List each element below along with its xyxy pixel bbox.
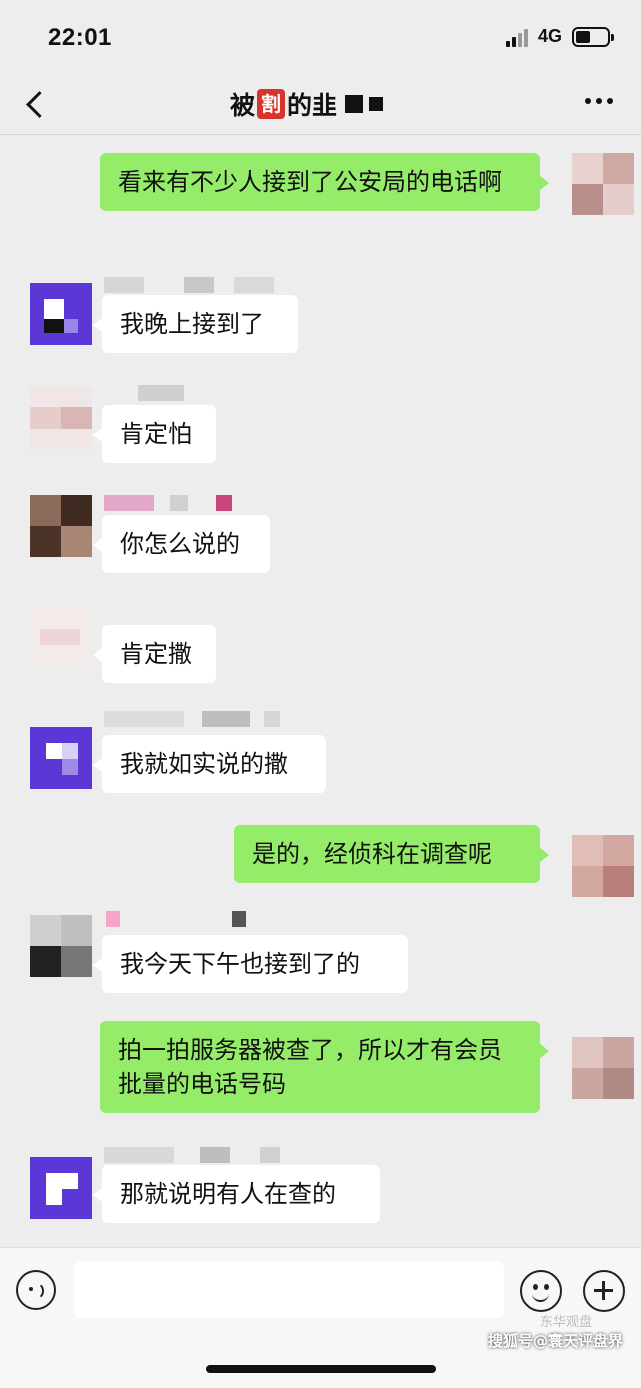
sender-name-blurred [138,385,198,401]
signal-icon [506,29,532,47]
more-dots-icon[interactable] [585,98,613,104]
sender-name-blurred [106,911,256,927]
home-indicator[interactable] [206,1365,436,1373]
watermark-faint: 东华观盘 [540,1315,593,1330]
message-bubble-incoming[interactable]: 我就如实说的撒 [93,735,326,793]
sender-name-blurred [104,1147,304,1163]
message-bubble-incoming[interactable]: 我今天下午也接到了的 [93,935,408,993]
status-bar: 22:01 4G [0,0,641,76]
avatar[interactable] [572,835,634,897]
avatar[interactable] [30,387,92,449]
title-censor-block [369,97,384,111]
avatar[interactable] [30,605,92,667]
sender-name-blurred [104,277,284,293]
title-seal: 割 [257,89,286,119]
avatar[interactable] [572,153,634,215]
message-bubble-outgoing[interactable]: 看来有不少人接到了公安局的电话啊 [100,153,549,211]
back-arrow-icon[interactable] [18,82,58,126]
chat-title: 被 割 的韭 [230,86,384,122]
message-bubble-outgoing[interactable]: 是的，经侦科在调查呢 [234,825,549,883]
message-bubble-incoming[interactable]: 那就说明有人在查的 [93,1165,380,1223]
emoji-icon[interactable] [520,1270,562,1312]
battery-level [576,31,590,43]
message-bubble-incoming[interactable]: 我晚上接到了 [93,295,298,353]
message-bubble-incoming[interactable]: 肯定撒 [93,625,216,683]
message-bubble-incoming[interactable]: 你怎么说的 [93,515,270,573]
title-censor-block [345,95,364,113]
title-prefix: 被 [230,91,256,120]
sender-name-blurred [104,711,284,727]
message-bubble-incoming[interactable]: 肯定怕 [93,405,216,463]
voice-icon[interactable] [16,1270,56,1310]
avatar[interactable] [30,727,92,789]
avatar[interactable] [30,915,92,977]
message-input[interactable] [74,1262,504,1318]
watermark: 搜狐号@寰天评盘界 [488,1332,624,1350]
sender-name-blurred [104,495,244,511]
title-suffix: 的韭 [287,91,338,120]
battery-icon [572,27,614,47]
avatar[interactable] [30,1157,92,1219]
avatar[interactable] [572,1037,634,1099]
plus-icon[interactable] [583,1270,625,1312]
message-list[interactable]: 看来有不少人接到了公安局的电话啊 我晚上接到了 肯定怕 你怎么说的 肯定撒 我就… [0,135,641,1247]
network-label: 4G [538,26,563,46]
avatar[interactable] [30,283,92,345]
chat-header: 被 割 的韭 [0,76,641,135]
avatar[interactable] [30,495,92,557]
message-bubble-outgoing[interactable]: 拍一拍服务器被查了，所以才有会员批量的电话号码 [100,1021,549,1113]
status-time: 22:01 [48,24,112,51]
